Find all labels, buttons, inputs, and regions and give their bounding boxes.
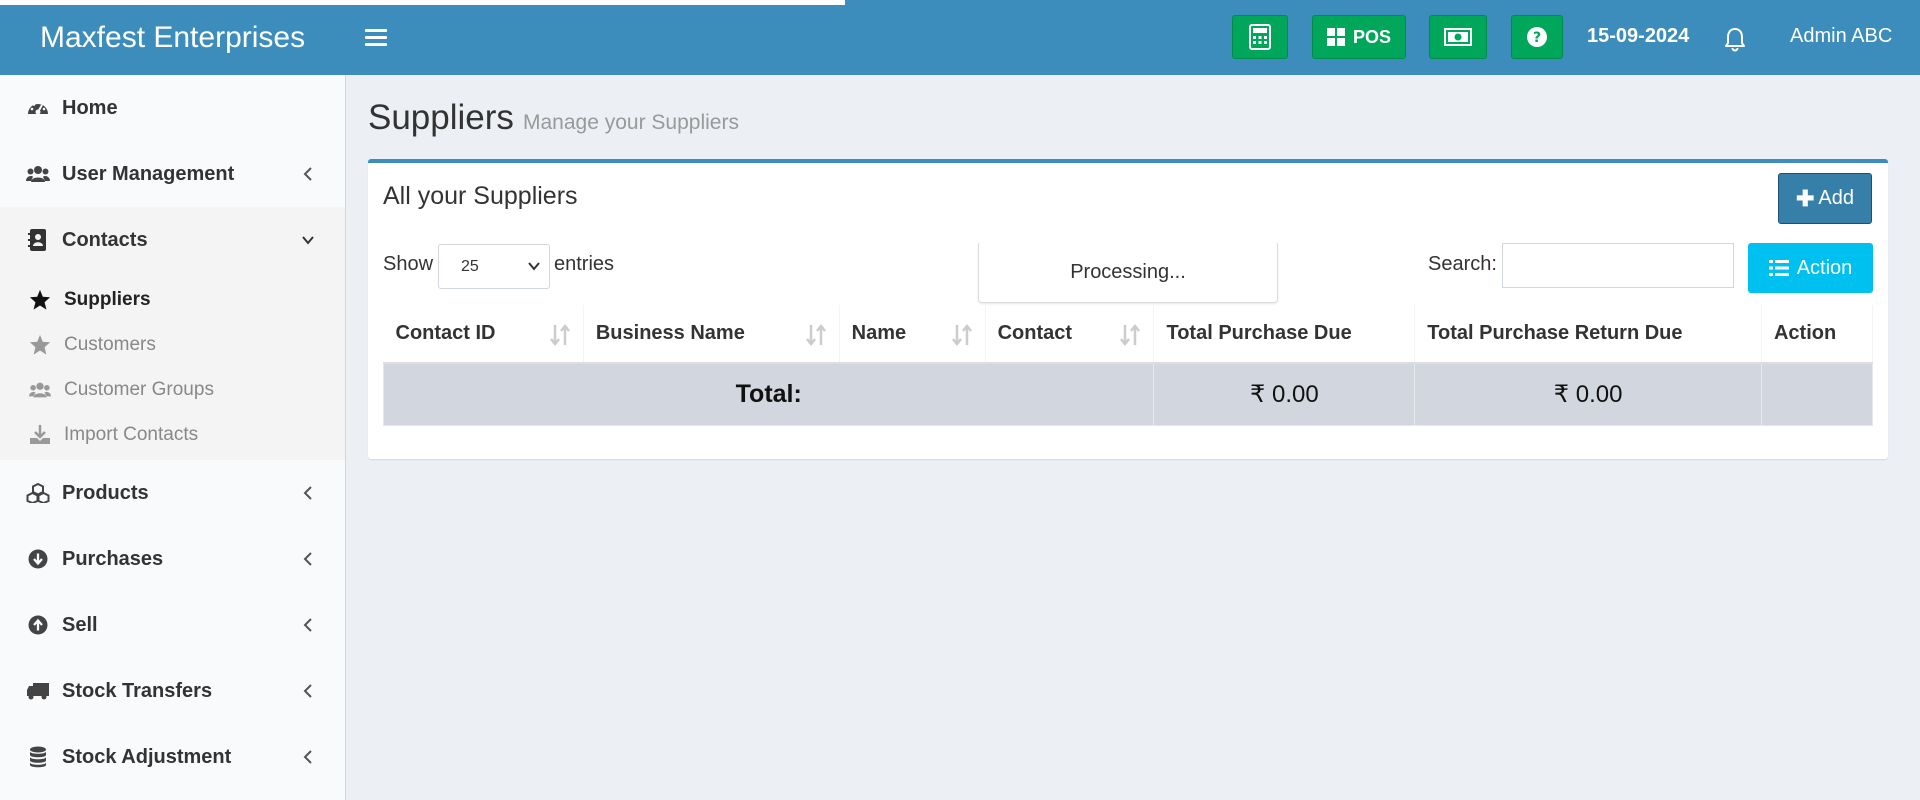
dashboard-icon [26,96,50,120]
question-circle-icon: ? [1527,27,1547,47]
download-icon [29,424,51,446]
brand-logo[interactable]: Maxfest Enterprises [0,0,345,75]
footer-action-cell [1760,362,1874,426]
sidebar-subitem-customer-groups[interactable]: Customer Groups [0,367,345,412]
column-header-contact[interactable]: Contact [985,305,1155,364]
search-input[interactable] [1502,243,1734,288]
svg-text:?: ? [1533,30,1541,46]
user-menu[interactable]: Admin ABC [1790,25,1892,48]
arrow-circle-down-icon [26,547,50,571]
chevron-left-icon [303,167,312,181]
sidebar-item-contacts[interactable]: Contacts [0,207,345,273]
truck-icon [26,679,50,703]
sidebar-item-label: Stock Transfers [62,679,213,702]
chevron-left-icon [303,684,312,698]
sidebar-item-purchases[interactable]: Purchases [0,526,345,592]
page-title: Suppliers [368,98,514,137]
sidebar-item-stock-adjustment[interactable]: Stock Adjustment [0,724,345,790]
column-header-name[interactable]: Name [839,305,986,364]
star-icon [29,334,51,356]
sidebar-subitem-label: Import Contacts [64,423,199,445]
pos-button[interactable]: POS [1312,15,1406,59]
column-header-total-purchase-return-due: Total Purchase Return Due [1414,305,1762,364]
plus-icon: ✚ [1795,185,1815,211]
cubes-icon [26,481,50,505]
entries-length-value: 25 [461,257,479,275]
column-header-action: Action [1761,305,1874,364]
sidebar-subitem-customers[interactable]: Customers [0,322,345,367]
show-label: Show [383,253,434,275]
footer-total-purchase-return-due: ₹ 0.00 [1414,362,1762,426]
pos-label: POS [1352,26,1391,47]
sidebar-item-label: Stock Adjustment [62,745,232,768]
sidebar-subitem-label: Customer Groups [64,378,214,400]
table-header-row: Contact ID Business Name Name Contact To… [383,305,1874,364]
database-icon [26,745,50,769]
current-date: 15-09-2024 [1587,25,1690,47]
calculator-icon [1249,24,1271,50]
chevron-down-icon [302,236,314,245]
page-loading-bar [0,0,845,5]
sidebar-toggle-icon[interactable] [365,24,387,51]
entries-length-select[interactable]: 25 [438,244,550,289]
chevron-left-icon [303,486,312,500]
action-label: Action [1796,256,1853,279]
suppliers-box: All your Suppliers ✚ Add Show 25 entries… [368,159,1888,459]
sort-icon [1120,323,1141,347]
suppliers-table: Contact ID Business Name Name Contact To… [382,305,1874,426]
top-header: Maxfest Enterprises POS ? 15-09-2024 Adm… [0,0,1920,75]
entries-label: entries [554,253,615,275]
chevron-left-icon [303,618,312,632]
column-header-business-name[interactable]: Business Name [583,305,840,364]
sidebar-item-label: Purchases [62,547,164,570]
footer-total-label: Total: [382,362,1155,426]
column-header-total-purchase-due: Total Purchase Due [1153,305,1416,364]
add-supplier-button[interactable]: ✚ Add [1778,173,1872,224]
sidebar-item-label: Home [62,96,118,119]
users-icon [29,379,51,401]
footer-total-purchase-due: ₹ 0.00 [1153,362,1416,426]
users-icon [26,162,50,186]
sidebar-item-stock-transfers[interactable]: Stock Transfers [0,658,345,724]
column-header-contact-id[interactable]: Contact ID [383,305,584,364]
chevron-left-icon [303,552,312,566]
search-label: Search: [1428,253,1497,275]
sidebar: Home User Management Contacts Suppliers … [0,75,346,800]
sidebar-item-products[interactable]: Products [0,460,345,526]
sidebar-item-sell[interactable]: Sell [0,592,345,658]
add-label: Add [1818,187,1855,209]
sidebar-item-label: User Management [62,162,235,185]
box-title: All your Suppliers [383,182,578,210]
list-icon [1768,260,1789,276]
sidebar-item-label: Sell [62,613,98,636]
sidebar-subitem-suppliers[interactable]: Suppliers [0,277,345,322]
sidebar-subitem-label: Customers [64,333,156,355]
sort-icon [549,323,570,347]
sidebar-item-label: Products [62,481,149,504]
cash-register-button[interactable] [1429,15,1487,59]
grid-icon [1326,28,1345,46]
sidebar-item-home[interactable]: Home [0,75,345,141]
arrow-circle-up-icon [26,613,50,637]
calculator-button[interactable] [1232,15,1288,59]
chevron-left-icon [303,750,312,764]
contacts-submenu: Suppliers Customers Customer Groups Impo… [0,273,345,460]
money-icon [1444,28,1472,46]
sidebar-subitem-import-contacts[interactable]: Import Contacts [0,412,345,457]
sidebar-item-label: Contacts [62,228,148,251]
chevron-down-icon [528,262,540,271]
sort-icon [805,323,826,347]
sidebar-subitem-label: Suppliers [64,288,151,310]
sidebar-item-user-management[interactable]: User Management [0,141,345,207]
page-subtitle: Manage your Suppliers [523,111,739,134]
sort-icon [951,323,972,347]
table-footer-row: Total: ₹ 0.00 ₹ 0.00 [382,362,1874,426]
processing-indicator: Processing... [978,243,1278,303]
star-icon [29,289,51,311]
action-button[interactable]: Action [1748,243,1873,293]
help-button[interactable]: ? [1511,15,1563,59]
bell-icon[interactable] [1723,26,1747,52]
address-book-icon [26,228,50,252]
